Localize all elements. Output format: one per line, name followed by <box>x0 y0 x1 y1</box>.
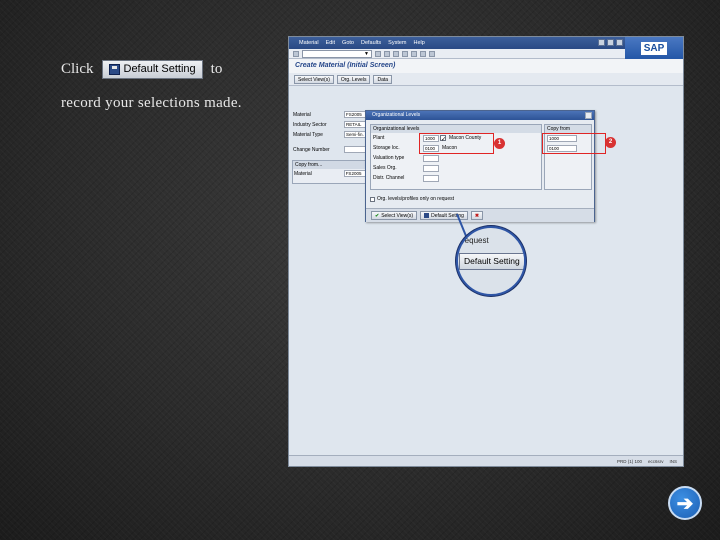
menu-goto[interactable]: Goto <box>342 40 354 46</box>
org-levels-on-request[interactable]: Org. levels/profiles only on request <box>370 196 454 202</box>
exit-icon[interactable] <box>393 50 399 57</box>
org-row-sales: Sales Org. <box>371 163 541 173</box>
copy-from-highlight <box>542 133 606 154</box>
instruction-to: to <box>210 61 223 77</box>
dialog-button-bar: ✔ Select View(s) Default Setting ✖ <box>366 208 594 222</box>
help-icon[interactable] <box>429 50 435 57</box>
magnifier: request Default Setting <box>456 226 526 296</box>
maximize-icon[interactable] <box>607 39 614 46</box>
instruction-line2: record your selections made. <box>61 95 242 111</box>
dialog-close-icon[interactable] <box>585 112 592 119</box>
command-field[interactable]: ▼ <box>302 49 372 58</box>
select-views-button[interactable]: Select View(s) <box>294 74 334 84</box>
menu-edit[interactable]: Edit <box>326 40 335 46</box>
default-setting-label: Default Setting <box>123 63 196 75</box>
sap-system-toolbar: ▼ <box>289 49 683 59</box>
find-icon[interactable] <box>420 50 426 57</box>
data-button[interactable]: Data <box>373 74 393 84</box>
callout-2: 2 <box>605 137 616 148</box>
form-row: Change Number <box>292 145 374 154</box>
default-setting-button-image: Default Setting <box>101 59 203 79</box>
back-icon[interactable] <box>384 50 390 57</box>
enter-icon[interactable] <box>293 50 299 57</box>
plant-highlight <box>419 133 494 154</box>
initial-screen-form: Material FS2005 Industry Sector RETAIL M… <box>292 110 374 184</box>
sap-logo: SAP <box>625 37 683 59</box>
menu-help[interactable]: Help <box>414 40 425 46</box>
org-levels-dialog: Organizational Levels Organizational lev… <box>365 110 595 222</box>
sales-org-field[interactable] <box>423 164 439 172</box>
checkmark-icon: ✔ <box>375 212 380 219</box>
save-icon <box>108 63 120 75</box>
cancel-icon[interactable] <box>402 50 408 57</box>
minimize-icon[interactable] <box>598 39 605 46</box>
instruction-text: Click Default Setting to record your sel… <box>61 58 281 118</box>
application-toolbar: Select View(s) Org. Levels Data <box>289 73 683 86</box>
dialog-title: Organizational Levels <box>366 111 594 120</box>
menu-material[interactable]: Material <box>299 40 319 46</box>
instruction-click: Click <box>61 61 94 77</box>
dialog-select-views-button[interactable]: ✔ Select View(s) <box>371 211 418 220</box>
valuation-type-field[interactable] <box>423 154 439 162</box>
print-icon[interactable] <box>411 50 417 57</box>
sap-status-bar: PRD (1) 100 ecc6srv INS <box>289 455 683 466</box>
distr-channel-field[interactable] <box>423 174 439 182</box>
request-checkbox[interactable] <box>370 196 375 202</box>
org-row-valuation: Valuation type <box>371 153 541 163</box>
copy-from-group: Copy from... Material FS2005 <box>292 160 374 184</box>
save-toolbar-icon[interactable] <box>375 50 381 57</box>
sap-menu-bar: Material Edit Goto Defaults System Help <box>289 37 683 49</box>
callout-1: 1 <box>494 138 505 149</box>
save-icon <box>424 213 430 218</box>
org-levels-button[interactable]: Org. Levels <box>336 74 371 84</box>
close-icon[interactable] <box>616 39 623 46</box>
form-row: Industry Sector RETAIL <box>292 120 374 129</box>
window-controls <box>598 39 623 46</box>
page-title: Create Material (Initial Screen) <box>289 59 683 73</box>
org-row-distr: Distr. Channel <box>371 173 541 183</box>
menu-system[interactable]: System <box>388 40 406 46</box>
menu-defaults[interactable]: Defaults <box>361 40 381 46</box>
next-slide-button[interactable]: ➔ <box>668 486 702 520</box>
form-row: Material FS2005 <box>292 110 374 119</box>
magnified-default-setting-button: Default Setting <box>459 253 524 270</box>
form-row: Material Type Semi-fin. <box>292 130 374 139</box>
